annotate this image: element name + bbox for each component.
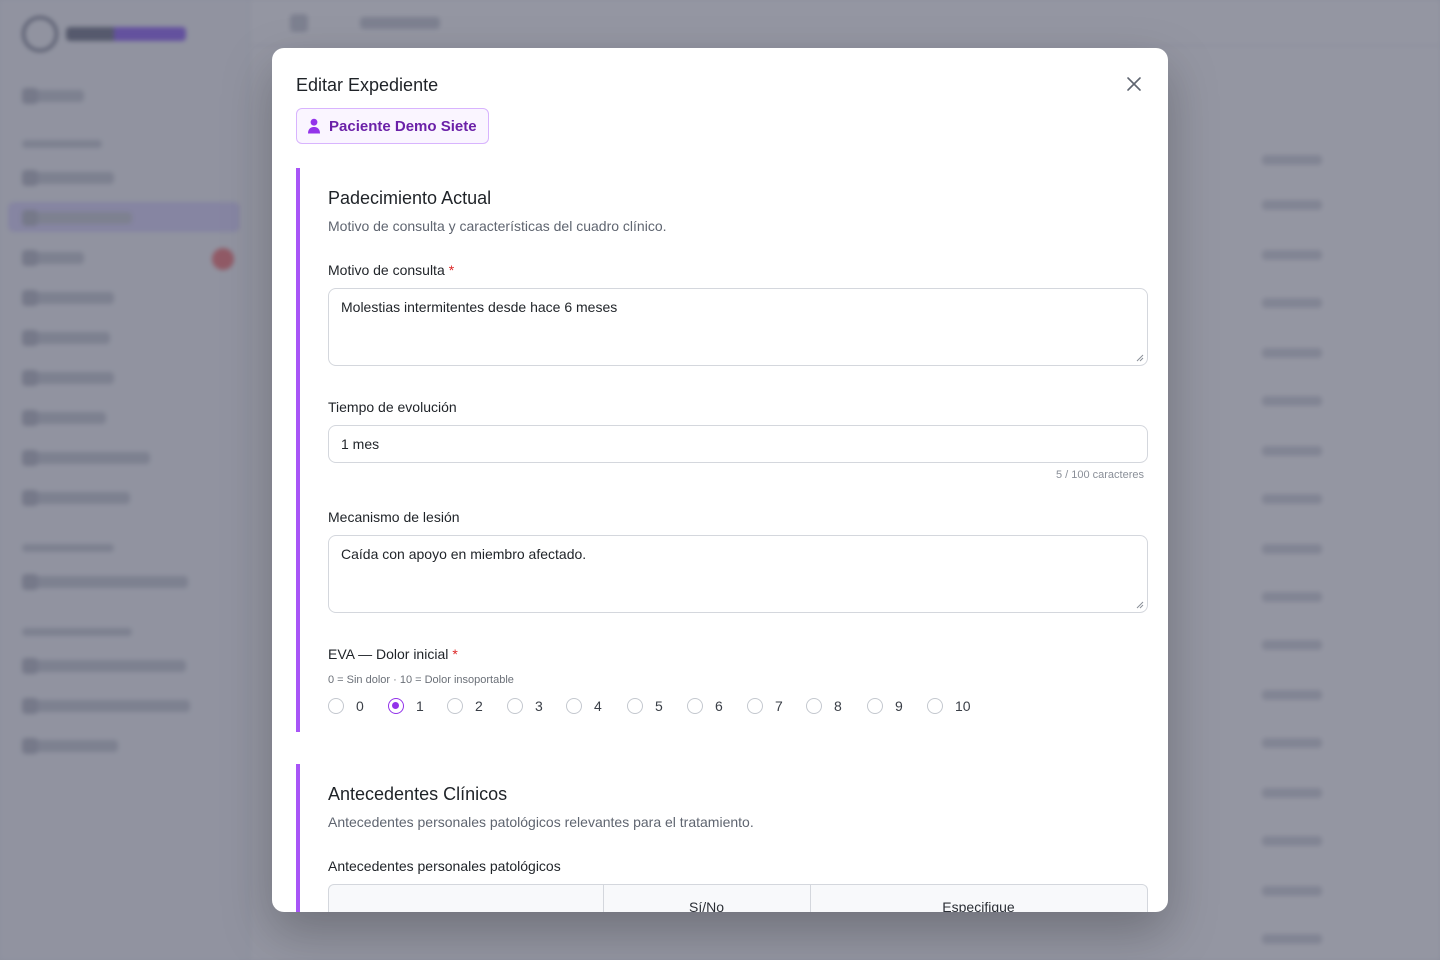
eva-hint: 0 = Sin dolor · 10 = Dolor insoportable [328,674,514,686]
radio-label: 3 [535,698,543,714]
radio-label: 2 [475,698,483,714]
eva-label: EVA — Dolor inicial * [328,646,458,662]
radio-circle-icon[interactable] [328,698,344,714]
eva-radio-6[interactable]: 6 [687,696,723,716]
radio-label: 4 [594,698,602,714]
resize-handle-icon[interactable] [1136,601,1144,609]
section-padecimiento-actual: Padecimiento Actual Motivo de consulta y… [296,168,1148,732]
eva-radio-4[interactable]: 4 [566,696,602,716]
antecedentes-subtitle: Antecedentes personales patológicos [328,858,561,874]
radio-circle-icon[interactable] [566,698,582,714]
motivo-label-text: Motivo de consulta [328,262,445,278]
close-button[interactable] [1122,72,1146,96]
motivo-textarea[interactable]: Molestias intermitentes desde hace 6 mes… [328,288,1148,366]
radio-circle-icon[interactable] [927,698,943,714]
section-description: Antecedentes personales patológicos rele… [328,814,754,830]
radio-circle-icon[interactable] [806,698,822,714]
radio-label: 5 [655,698,663,714]
eva-radio-10[interactable]: 10 [927,696,971,716]
radio-label: 9 [895,698,903,714]
radio-circle-icon[interactable] [867,698,883,714]
radio-circle-icon[interactable] [747,698,763,714]
radio-label: 0 [356,698,364,714]
eva-radio-9[interactable]: 9 [867,696,903,716]
character-counter: 5 / 100 caracteres [1055,469,1144,481]
required-marker: * [448,262,455,278]
mecanismo-value: Caída con apoyo en miembro afectado. [341,546,587,562]
radio-circle-icon[interactable] [627,698,643,714]
radio-label: 6 [715,698,723,714]
section-title: Antecedentes Clínicos [328,784,508,804]
section-description: Motivo de consulta y características del… [328,218,667,234]
radio-circle-icon[interactable] [388,698,404,714]
eva-radio-5[interactable]: 5 [627,696,663,716]
patient-chip: Paciente Demo Siete [296,108,489,144]
eva-radio-3[interactable]: 3 [507,696,543,716]
radio-circle-icon[interactable] [447,698,463,714]
modal-title: Editar Expediente [296,75,439,95]
radio-circle-icon[interactable] [507,698,523,714]
eva-radio-0[interactable]: 0 [328,696,364,716]
required-marker: * [452,646,458,662]
tiempo-input[interactable]: 1 mes [328,425,1148,463]
radio-label: 7 [775,698,783,714]
section-antecedentes-clinicos: Antecedentes Clínicos Antecedentes perso… [296,764,1148,912]
mecanismo-textarea[interactable]: Caída con apoyo en miembro afectado. [328,535,1148,613]
close-icon [1127,77,1141,91]
edit-record-modal: Editar Expediente Paciente Demo Siete Pa… [272,48,1168,912]
radio-label: 1 [416,698,424,714]
section-title: Padecimiento Actual [328,188,492,208]
table-header-specify: Especifique [942,899,1015,912]
radio-circle-icon[interactable] [687,698,703,714]
tiempo-label: Tiempo de evolución [328,399,457,415]
antecedentes-table: Sí/No Especifique [328,884,1148,912]
mecanismo-label: Mecanismo de lesión [328,509,460,525]
user-icon [308,118,320,134]
eva-radio-7[interactable]: 7 [747,696,783,716]
table-header-yes-no: Sí/No [688,899,724,912]
eva-radio-1[interactable]: 1 [388,696,424,716]
motivo-value: Molestias intermitentes desde hace 6 mes… [341,299,618,315]
patient-name: Paciente Demo Siete [329,117,477,135]
motivo-label: Motivo de consulta * [328,262,454,278]
eva-radio-2[interactable]: 2 [447,696,483,716]
radio-label: 10 [955,698,971,714]
tiempo-value: 1 mes [341,436,380,452]
eva-label-text: EVA — Dolor inicial [328,646,449,662]
eva-radio-8[interactable]: 8 [806,696,842,716]
resize-handle-icon[interactable] [1136,354,1144,362]
radio-label: 8 [834,698,842,714]
